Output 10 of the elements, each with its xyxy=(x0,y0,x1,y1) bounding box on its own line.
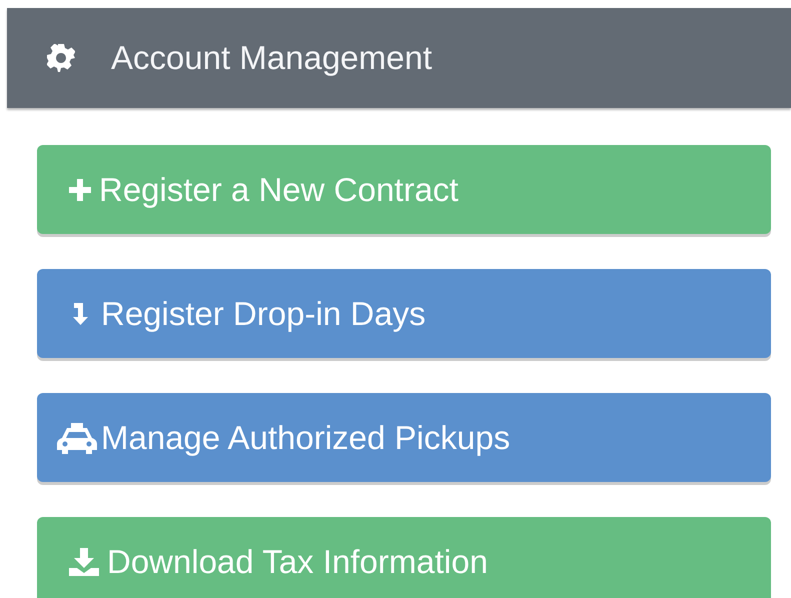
action-button[interactable]: Manage Authorized Pickups xyxy=(37,393,771,482)
header-title: Account Management xyxy=(111,39,432,77)
action-button[interactable]: Download Tax Information xyxy=(37,517,771,598)
car-icon xyxy=(57,420,97,454)
action-button[interactable]: Register a New Contract xyxy=(37,145,771,234)
settings-icon xyxy=(47,44,75,72)
plus-icon xyxy=(69,178,91,200)
action-button[interactable]: Register Drop-in Days xyxy=(37,269,771,358)
download-icon xyxy=(69,548,99,576)
arrow-down-icon xyxy=(73,302,89,326)
